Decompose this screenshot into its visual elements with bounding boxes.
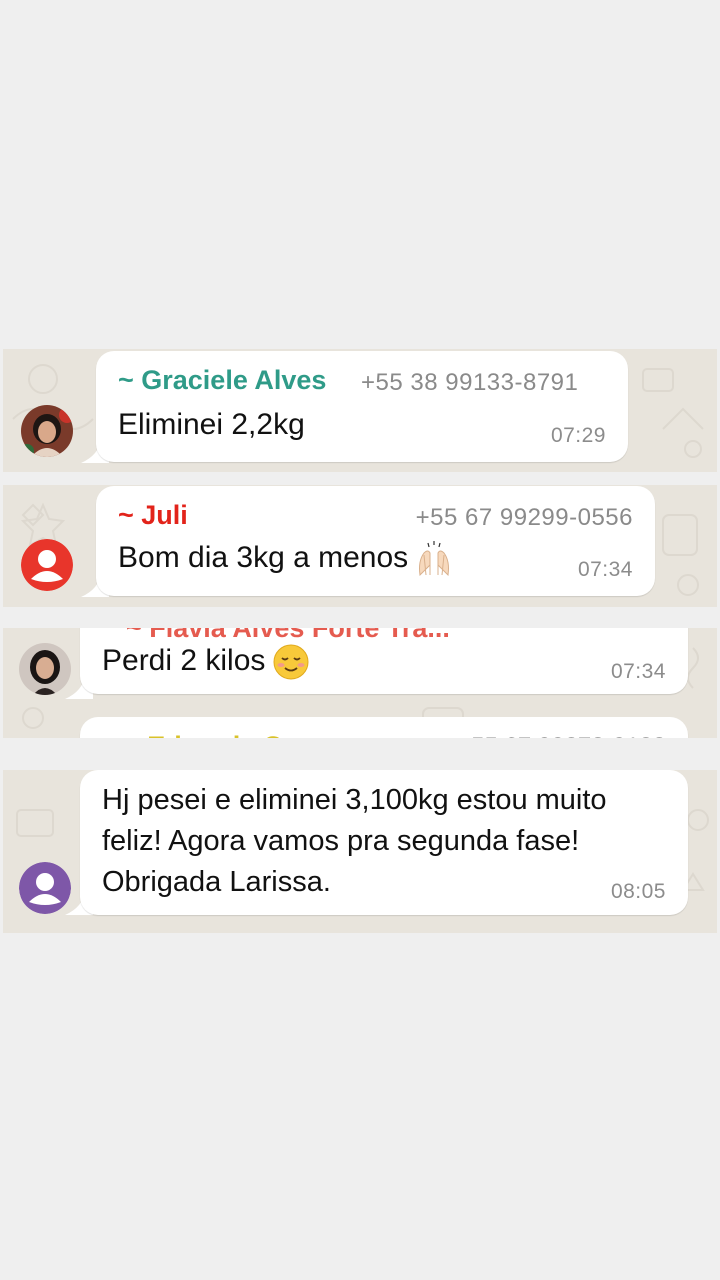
default-user-icon: [19, 862, 71, 914]
message-line: Obrigada Larissa.: [102, 866, 331, 898]
avatar-graciele[interactable]: [21, 405, 73, 457]
message-time: 07:34: [577, 558, 633, 581]
profile-photo-icon: [19, 643, 71, 695]
default-user-icon: [21, 539, 73, 591]
chat-strip-long-message: Hj pesei e eliminei 3,100kg estou muito …: [3, 770, 717, 933]
message-time: 07:34: [610, 660, 666, 683]
cut-sender-name: ~ Eduarda Co...: [124, 731, 321, 738]
sender-phone: +55 67 99299-0556: [415, 504, 633, 531]
chat-strip-flavia: ~ Flavia Alves Forte Tra... Perdi 2 kilo…: [3, 628, 717, 738]
avatar-purple-user[interactable]: [19, 862, 71, 914]
message-line: Hj pesei e eliminei 3,100kg estou muito: [102, 784, 607, 816]
profile-photo-icon: [21, 405, 73, 457]
raising-hands-emoji: [414, 539, 454, 579]
message-time: 07:29: [550, 424, 606, 447]
chat-strip-juli: ~ Juli +55 67 99299-0556 Bom dia 3kg a m…: [3, 485, 717, 607]
message-text: Hj pesei e eliminei 3,100kg estou muito …: [102, 780, 672, 903]
message-bubble-juli[interactable]: ~ Juli +55 67 99299-0556 Bom dia 3kg a m…: [96, 486, 655, 596]
message-text-value: Bom dia 3kg a menos: [118, 541, 409, 574]
message-bubble-eduarda-preview[interactable]: ~ Eduarda Co... +55 67 99273-9133: [80, 717, 688, 738]
message-bubble-long[interactable]: Hj pesei e eliminei 3,100kg estou muito …: [80, 770, 688, 915]
smiling-face-emoji: [271, 642, 311, 682]
sender-name[interactable]: ~ Graciele Alves: [118, 365, 326, 396]
message-bubble-graciele[interactable]: ~ Graciele Alves +55 38 99133-8791 Elimi…: [96, 351, 628, 462]
chat-strip-graciele: ~ Graciele Alves +55 38 99133-8791 Elimi…: [3, 349, 717, 472]
cut-sender-phone: +55 67 99273-9133: [457, 733, 666, 738]
message-text: Perdi 2 kilos: [102, 641, 311, 682]
message-bubble-flavia[interactable]: ~ Flavia Alves Forte Tra... Perdi 2 kilo…: [80, 628, 688, 694]
message-text: Bom dia 3kg a menos: [118, 538, 454, 579]
avatar-juli[interactable]: [21, 539, 73, 591]
avatar-flavia[interactable]: [19, 643, 71, 695]
screenshot-collage: ~ Graciele Alves +55 38 99133-8791 Elimi…: [0, 0, 720, 1280]
message-time: 08:05: [610, 880, 666, 903]
sender-name[interactable]: ~ Juli: [118, 500, 188, 531]
message-text: Eliminei 2,2kg: [118, 408, 305, 441]
message-text-value: Perdi 2 kilos: [102, 644, 266, 677]
message-line: feliz! Agora vamos pra segunda fase!: [102, 825, 580, 857]
sender-phone: +55 38 99133-8791: [361, 369, 579, 396]
